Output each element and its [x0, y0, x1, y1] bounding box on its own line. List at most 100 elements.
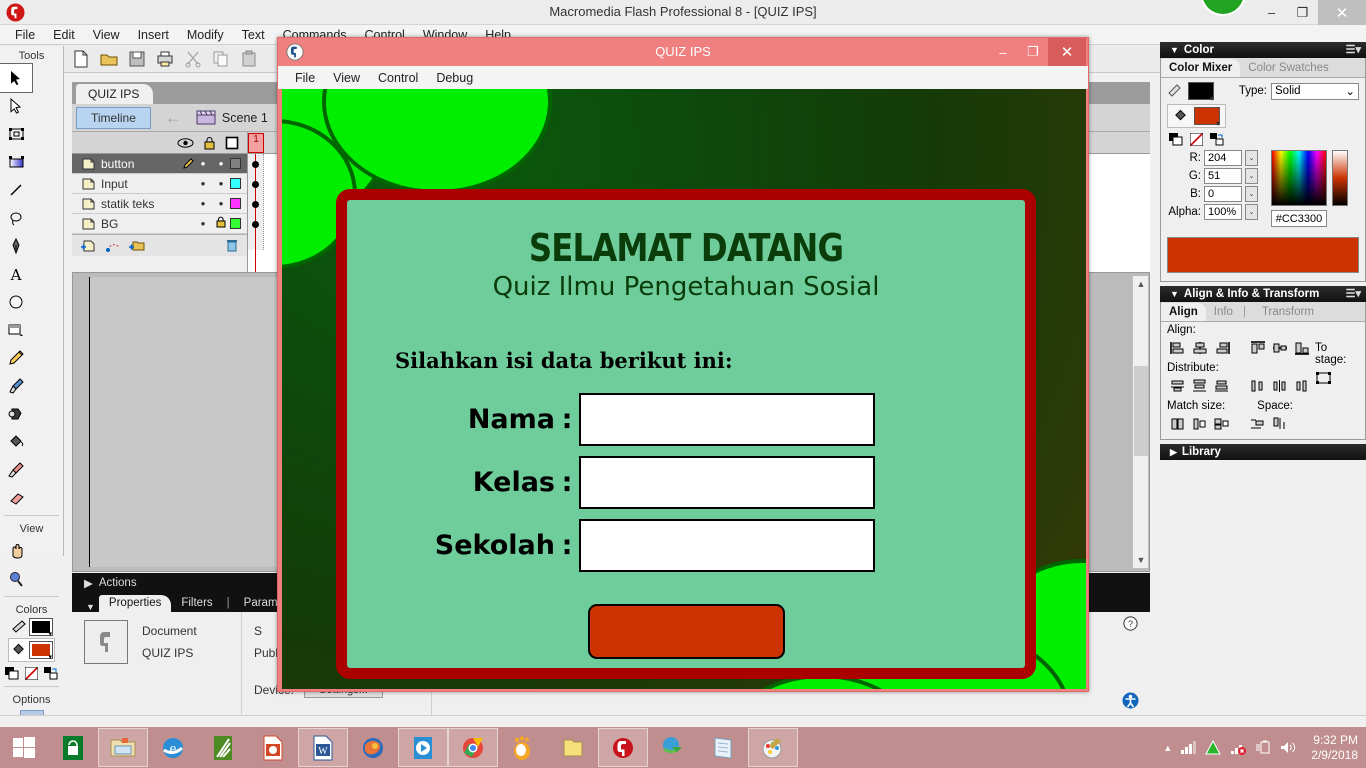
- panel-options-icon[interactable]: ☰▾: [1346, 287, 1361, 300]
- tool-text[interactable]: A: [0, 260, 32, 288]
- black-white-icon[interactable]: [5, 667, 19, 680]
- layer-visible-dot[interactable]: •: [194, 176, 212, 191]
- distribute-right-icon[interactable]: [1291, 377, 1313, 395]
- space-vertical-icon[interactable]: [1247, 415, 1269, 433]
- menu-item-modify[interactable]: Modify: [178, 25, 233, 45]
- match-width-icon[interactable]: [1167, 415, 1189, 433]
- tool-brush[interactable]: [0, 372, 32, 400]
- tool-line[interactable]: [0, 176, 32, 204]
- battery-icon[interactable]: [1255, 740, 1271, 755]
- menu-item-text[interactable]: Text: [233, 25, 274, 45]
- delete-layer-icon[interactable]: [225, 238, 239, 253]
- fill-color-swatch[interactable]: ▾: [29, 641, 53, 661]
- r-input[interactable]: 204: [1204, 150, 1242, 166]
- match-height-icon[interactable]: [1189, 415, 1211, 433]
- back-arrow-button[interactable]: ←: [157, 108, 190, 128]
- new-file-icon[interactable]: [72, 50, 90, 68]
- quiz-menu-control[interactable]: Control: [369, 71, 427, 85]
- insert-layer-folder-icon[interactable]: [128, 239, 146, 253]
- b-stepper[interactable]: ⌄: [1245, 186, 1258, 202]
- layer-visible-dot[interactable]: •: [194, 156, 212, 171]
- stroke-color-swatch[interactable]: ▾: [29, 618, 53, 638]
- taskbar-clock[interactable]: 9:32 PM 2/9/2018: [1305, 733, 1358, 763]
- open-folder-icon[interactable]: [100, 50, 118, 68]
- panel-options-icon[interactable]: ☰▾: [1346, 43, 1361, 56]
- alpha-stepper[interactable]: ⌄: [1245, 204, 1258, 220]
- show-hidden-icons-icon[interactable]: ▲: [1163, 743, 1172, 753]
- cut-icon[interactable]: [184, 50, 202, 68]
- layer-visible-dot[interactable]: •: [194, 196, 212, 211]
- taskbar-item-folder-yellow[interactable]: [548, 728, 598, 767]
- tool-pencil[interactable]: [0, 344, 32, 372]
- distribute-horizontal-center-icon[interactable]: [1269, 377, 1291, 395]
- volume-icon[interactable]: [1279, 740, 1297, 755]
- taskbar-item-firefox[interactable]: [348, 728, 398, 767]
- network-error-icon[interactable]: [1229, 740, 1247, 755]
- type-select[interactable]: Solid ⌄: [1271, 82, 1359, 100]
- fill-color-swatch[interactable]: ▾: [1194, 107, 1220, 128]
- align-left-icon[interactable]: [1167, 339, 1189, 357]
- add-motion-guide-icon[interactable]: [104, 239, 122, 253]
- taskbar-item-internet-explorer[interactable]: e: [148, 728, 198, 767]
- g-stepper[interactable]: ⌄: [1245, 168, 1258, 184]
- document-tab-quiz-ips[interactable]: QUIZ IPS: [76, 84, 154, 104]
- timeline-button[interactable]: Timeline: [76, 106, 151, 129]
- layer-color-swatch[interactable]: [230, 178, 241, 189]
- tool-rectangle[interactable]: [0, 316, 32, 344]
- taskbar-item-notepad[interactable]: [698, 728, 748, 767]
- taskbar-item-flash[interactable]: [598, 728, 648, 767]
- layer-lock-dot[interactable]: •: [212, 176, 230, 191]
- tool-ink-bottle[interactable]: [0, 400, 32, 428]
- swap-colors-icon[interactable]: [44, 667, 58, 680]
- tab-transform[interactable]: Transform: [1254, 303, 1322, 321]
- outline-icon[interactable]: [225, 136, 239, 150]
- quiz-menu-view[interactable]: View: [324, 71, 369, 85]
- close-button[interactable]: ✕: [1318, 0, 1366, 25]
- swap-colors-icon[interactable]: [1210, 133, 1224, 146]
- input-nama[interactable]: [579, 393, 875, 446]
- distribute-bottom-icon[interactable]: [1211, 377, 1233, 395]
- input-kelas[interactable]: [579, 456, 875, 509]
- layer-lock-dot[interactable]: •: [212, 156, 230, 171]
- tool-subselect[interactable]: [0, 92, 32, 120]
- keyframe-marker[interactable]: [252, 221, 259, 228]
- align-vertical-center-icon[interactable]: [1269, 339, 1291, 357]
- taskbar-item-store[interactable]: [48, 728, 98, 767]
- menu-item-file[interactable]: File: [6, 25, 44, 45]
- fill-color-icon[interactable]: [11, 643, 27, 657]
- color-gradient-picker[interactable]: [1271, 150, 1327, 206]
- menu-item-insert[interactable]: Insert: [129, 25, 178, 45]
- tab-info[interactable]: Info: [1206, 303, 1241, 321]
- tab-align[interactable]: Align: [1161, 303, 1206, 321]
- align-right-icon[interactable]: [1211, 339, 1233, 357]
- taskbar-item-idm[interactable]: [648, 728, 698, 767]
- accessibility-icon[interactable]: [1122, 692, 1139, 709]
- quiz-menu-debug[interactable]: Debug: [427, 71, 482, 85]
- chevron-right-icon[interactable]: ▶: [1170, 447, 1177, 458]
- layer-row-input[interactable]: Input • •: [72, 174, 247, 194]
- taskbar-item-paint[interactable]: [748, 728, 798, 767]
- actions-expand-arrow[interactable]: ▶: [84, 576, 93, 590]
- scroll-down-arrow[interactable]: ▼: [1133, 552, 1149, 568]
- taskbar-item-foot[interactable]: [498, 728, 548, 767]
- tab-color-mixer[interactable]: Color Mixer: [1161, 59, 1241, 77]
- brightness-slider[interactable]: [1332, 150, 1348, 206]
- tool-eraser[interactable]: [0, 484, 32, 512]
- b-input[interactable]: 0: [1204, 186, 1242, 202]
- tool-eyedropper[interactable]: [0, 456, 32, 484]
- maximize-button[interactable]: ❐: [1287, 0, 1318, 25]
- no-color-icon[interactable]: [25, 667, 38, 680]
- layer-color-swatch[interactable]: [230, 218, 241, 229]
- chevron-down-icon[interactable]: ▼: [1170, 289, 1179, 299]
- layer-lock-dot[interactable]: •: [212, 196, 230, 211]
- paint-bucket-fill-icon[interactable]: [1173, 109, 1188, 123]
- taskbar-item-green-leaf[interactable]: [198, 728, 248, 767]
- quiz-stage[interactable]: SELAMAT DATANG Quiz Ilmu Pengetahuan Sos…: [282, 89, 1086, 689]
- save-icon[interactable]: [128, 50, 146, 68]
- tool-zoom[interactable]: [0, 565, 32, 593]
- quiz-maximize-button[interactable]: ❐: [1018, 38, 1048, 66]
- tab-color-swatches[interactable]: Color Swatches: [1240, 59, 1337, 77]
- stroke-color-swatch[interactable]: ▾: [1188, 82, 1214, 103]
- print-icon[interactable]: [156, 50, 174, 68]
- layer-row-button[interactable]: button • •: [72, 154, 247, 174]
